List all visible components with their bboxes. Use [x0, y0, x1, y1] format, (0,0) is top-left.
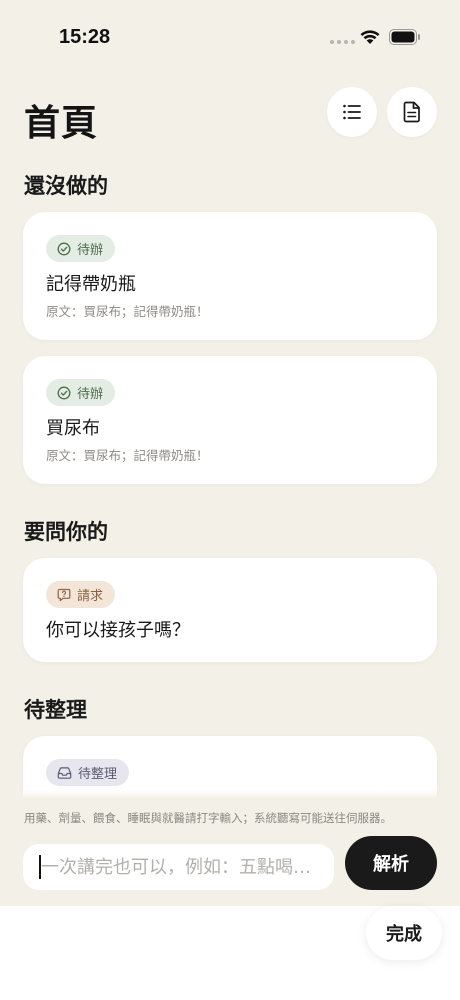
- tag-label: 請求: [77, 589, 104, 604]
- check-circle-icon: [57, 386, 71, 399]
- header: 首頁: [0, 80, 460, 150]
- section-title-pending: 待整理: [24, 698, 87, 722]
- list-icon: [343, 104, 361, 120]
- pending-tag: 待整理: [46, 759, 130, 786]
- todo-card[interactable]: 待辦 買尿布 原文：買尿布；記得帶奶瓶！: [23, 356, 437, 484]
- status-time: 15:28: [59, 26, 111, 48]
- tag-label: 待辦: [77, 387, 104, 402]
- page-title: 首頁: [24, 103, 99, 144]
- quick-input-box[interactable]: [23, 844, 334, 890]
- request-card[interactable]: 請求 你可以接孩子嗎？: [23, 558, 437, 662]
- todo-tag: 待辦: [46, 379, 116, 406]
- inbox-icon: [57, 766, 72, 779]
- card-source-text: 原文：買尿布；記得帶奶瓶！: [46, 304, 209, 319]
- battery-icon: [389, 29, 420, 45]
- section-title-ask: 要問你的: [24, 520, 108, 544]
- cellular-signal-icon: [330, 40, 355, 44]
- list-view-button[interactable]: [327, 87, 377, 137]
- document-button[interactable]: [387, 87, 437, 137]
- status-bar: 15:28: [0, 0, 460, 76]
- card-title: 買尿布: [46, 418, 100, 439]
- section-title-todo: 還沒做的: [24, 174, 108, 198]
- check-circle-icon: [57, 242, 71, 255]
- card-title: 你可以接孩子嗎？: [46, 620, 190, 641]
- question-bubble-icon: [57, 588, 71, 601]
- card-title: 記得帶奶瓶: [46, 274, 136, 295]
- tag-label: 待辦: [77, 243, 104, 258]
- input-panel: 用藥、劑量、餵食、睡眠與就醫請打字輸入；系統聽寫可能送往伺服器。 解析: [0, 798, 460, 906]
- done-button[interactable]: 完成: [366, 906, 442, 960]
- request-tag: 請求: [46, 581, 116, 608]
- privacy-notice: 用藥、劑量、餵食、睡眠與就醫請打字輸入；系統聽寫可能送往伺服器。: [24, 811, 392, 825]
- card-source-text: 原文：買尿布；記得帶奶瓶！: [46, 448, 209, 463]
- todo-tag: 待辦: [46, 235, 116, 262]
- parse-button[interactable]: 解析: [345, 836, 437, 890]
- quick-entry-input[interactable]: [41, 856, 324, 878]
- keyboard-accessory-bar: 完成: [0, 906, 460, 1000]
- todo-card[interactable]: 待辦 記得帶奶瓶 原文：買尿布；記得帶奶瓶！: [23, 212, 437, 340]
- wifi-icon: [360, 30, 380, 44]
- document-icon: [403, 101, 420, 123]
- tag-label: 待整理: [78, 767, 118, 782]
